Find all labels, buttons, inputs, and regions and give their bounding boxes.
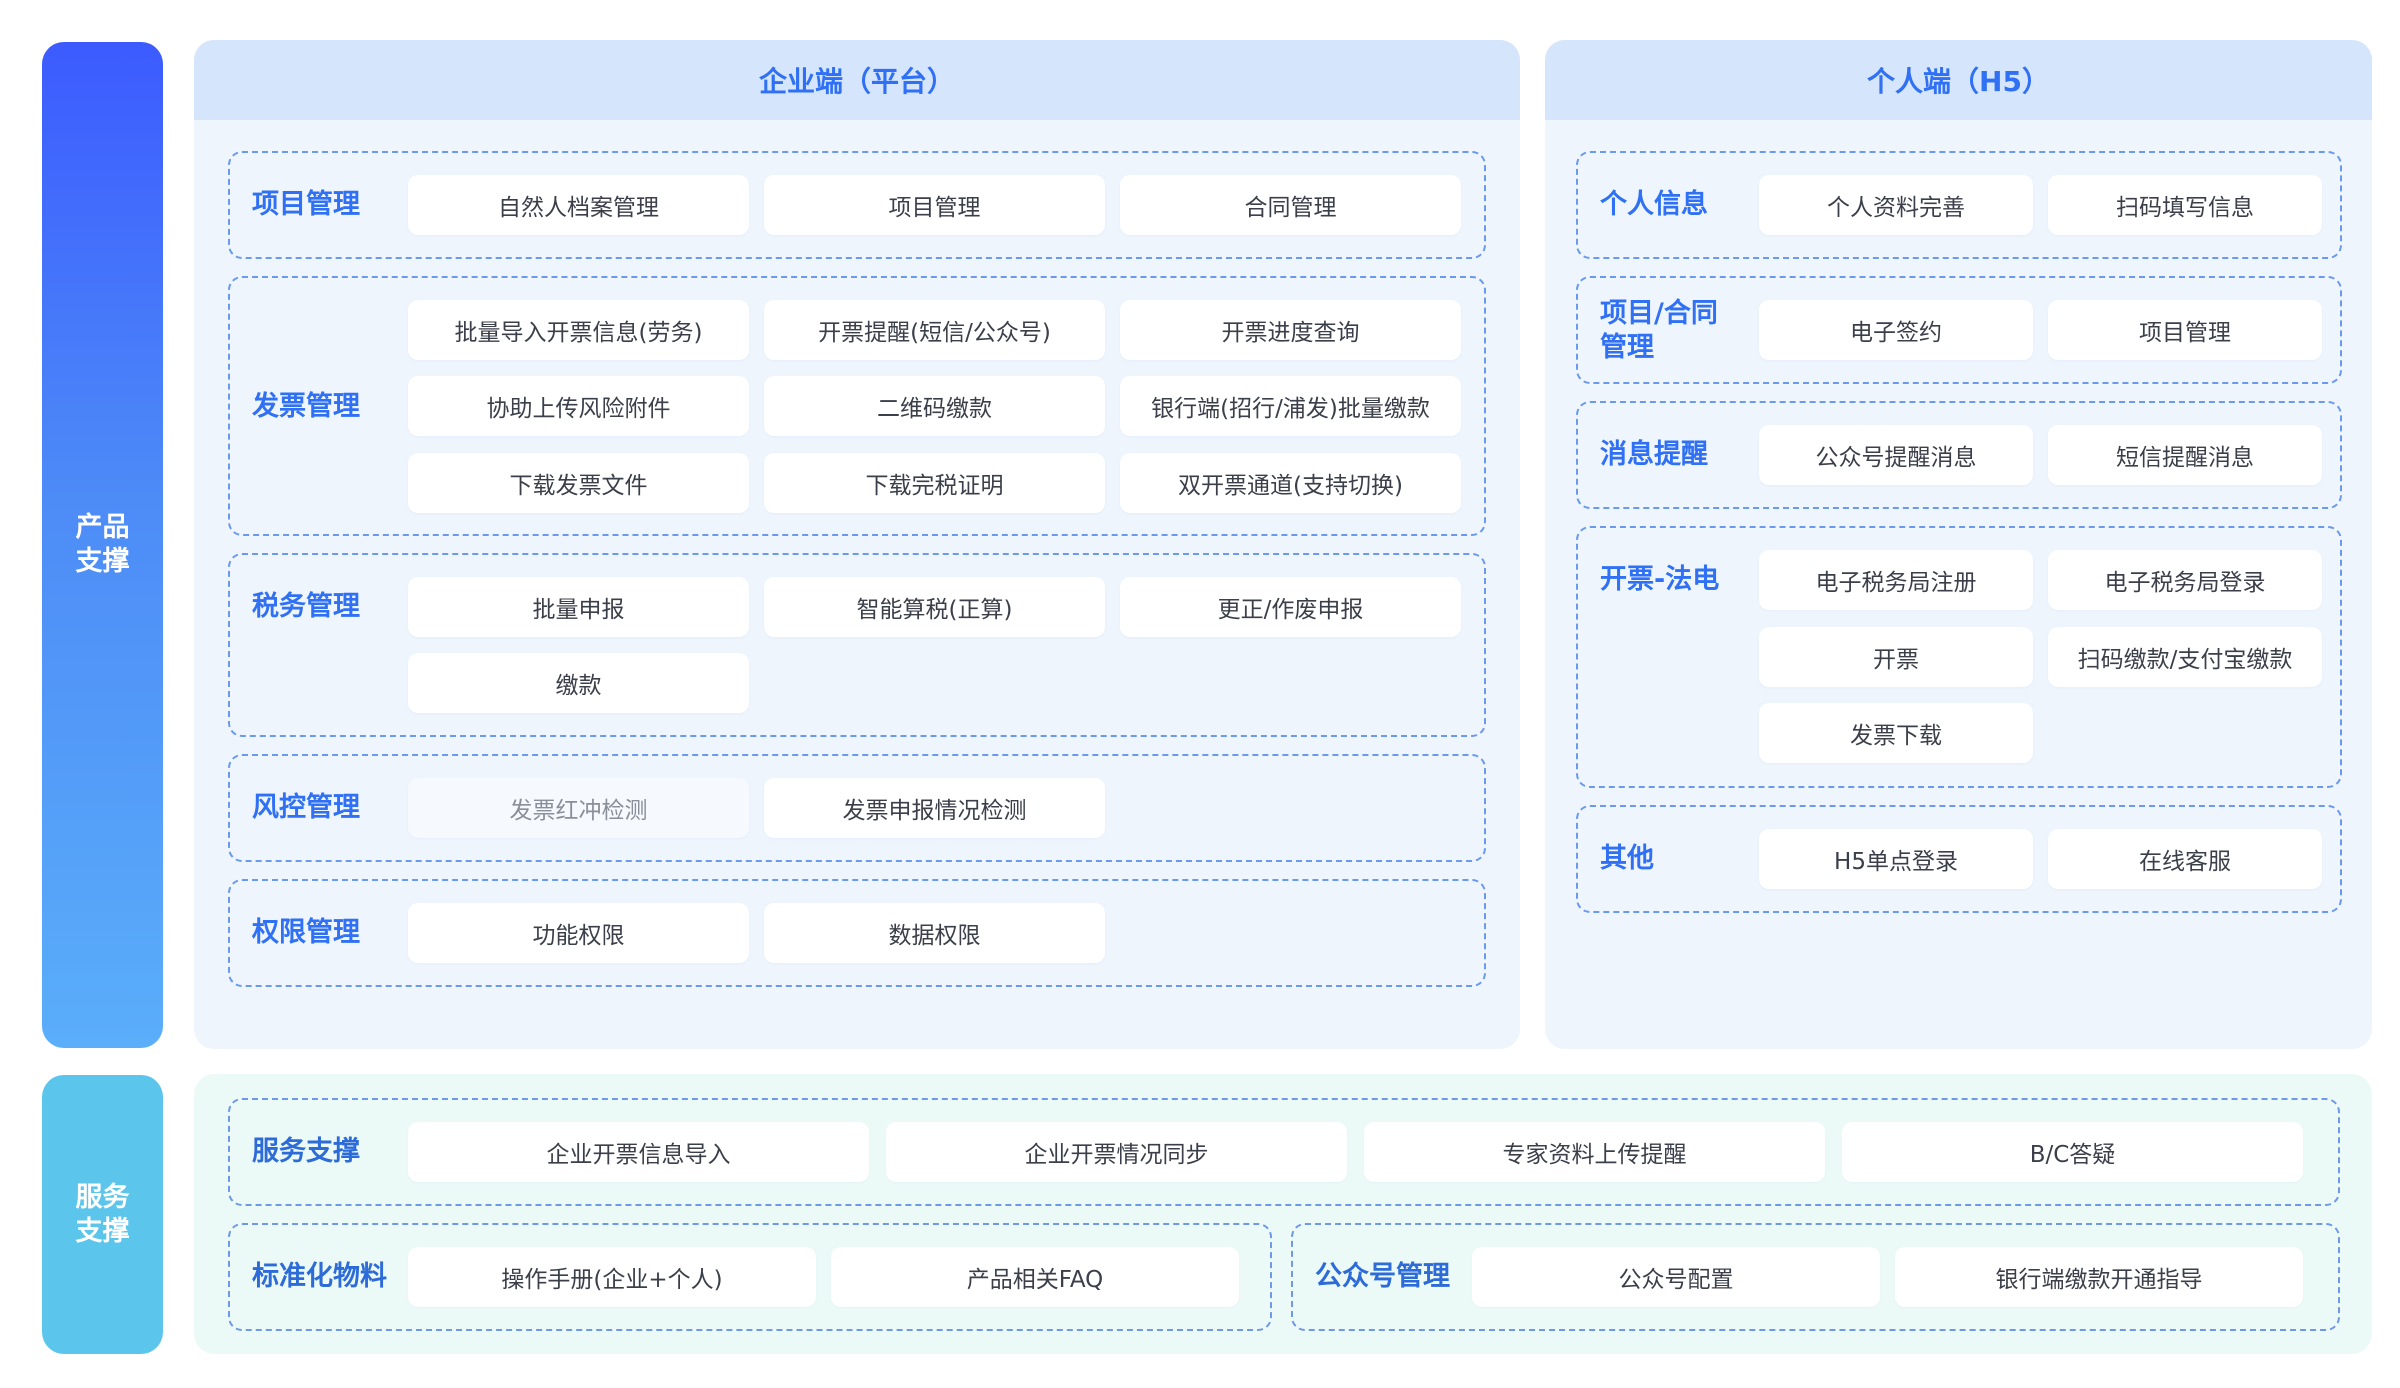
group-project-management: 项目管理 自然人档案管理 项目管理 合同管理 (228, 151, 1486, 259)
feature-chip[interactable]: 银行端(招行/浦发)批量缴款 (1120, 376, 1461, 436)
feature-chip[interactable]: 银行端缴款开通指导 (1895, 1247, 2303, 1307)
feature-chip-disabled[interactable]: 发票红冲检测 (408, 778, 749, 838)
feature-chip[interactable]: 发票申报情况检测 (764, 778, 1105, 838)
feature-chip[interactable]: 公众号配置 (1472, 1247, 1880, 1307)
feature-chip[interactable]: 电子税务局登录 (2048, 550, 2322, 610)
group-permission-management: 权限管理 功能权限 数据权限 (228, 879, 1486, 987)
feature-chip[interactable]: 协助上传风险附件 (408, 376, 749, 436)
group-risk-management: 风控管理 发票红冲检测 发票申报情况检测 (228, 754, 1486, 862)
feature-chip[interactable]: 开票 (1759, 627, 2033, 687)
service-support-label: 服务 支撑 (42, 1075, 163, 1354)
group-project-contract: 项目/合同 管理 电子签约 项目管理 (1576, 276, 2342, 384)
feature-chip[interactable]: 下载完税证明 (764, 453, 1105, 513)
feature-chip[interactable]: 项目管理 (764, 175, 1105, 235)
feature-chip[interactable]: 下载发票文件 (408, 453, 749, 513)
feature-chip[interactable]: 批量申报 (408, 577, 749, 637)
group-title: 税务管理 (252, 591, 360, 622)
service-panel: 服务支撑 企业开票信息导入 企业开票情况同步 专家资料上传提醒 B/C答疑 标准… (194, 1074, 2372, 1354)
group-tax-management: 税务管理 批量申报 智能算税(正算) 更正/作废申报 缴款 (228, 553, 1486, 737)
feature-chip[interactable]: 项目管理 (2048, 300, 2322, 360)
group-title: 服务支撑 (252, 1136, 360, 1167)
group-title: 开票-法电 (1600, 564, 1720, 595)
feature-chip[interactable]: 缴款 (408, 653, 749, 713)
feature-chip[interactable]: 公众号提醒消息 (1759, 425, 2033, 485)
feature-chip[interactable]: 自然人档案管理 (408, 175, 749, 235)
group-other: 其他 H5单点登录 在线客服 (1576, 805, 2342, 913)
feature-chip[interactable]: 功能权限 (408, 903, 749, 963)
feature-chip[interactable]: 更正/作废申报 (1120, 577, 1461, 637)
group-standard-materials: 标准化物料 操作手册(企业+个人) 产品相关FAQ (228, 1223, 1272, 1331)
feature-chip[interactable]: 企业开票信息导入 (408, 1122, 869, 1182)
group-title: 其他 (1600, 843, 1654, 874)
service-support-text: 服务 支撑 (75, 1181, 130, 1247)
group-official-account: 公众号管理 公众号配置 银行端缴款开通指导 (1291, 1223, 2340, 1331)
product-support-text: 产品 支撑 (75, 512, 130, 577)
group-title: 公众号管理 (1315, 1261, 1450, 1292)
feature-chip[interactable]: 操作手册(企业+个人) (408, 1247, 816, 1307)
feature-chip[interactable]: 合同管理 (1120, 175, 1461, 235)
feature-chip[interactable]: 发票下载 (1759, 703, 2033, 763)
feature-chip[interactable]: H5单点登录 (1759, 829, 2033, 889)
feature-chip[interactable]: 智能算税(正算) (764, 577, 1105, 637)
group-title: 风控管理 (252, 792, 360, 823)
group-title: 个人信息 (1600, 189, 1708, 220)
enterprise-panel: 企业端（平台） 项目管理 自然人档案管理 项目管理 合同管理 发票管理 批量导入… (194, 40, 1520, 1049)
feature-chip[interactable]: 开票提醒(短信/公众号) (764, 300, 1105, 360)
group-personal-info: 个人信息 个人资料完善 扫码填写信息 (1576, 151, 2342, 259)
personal-panel: 个人端（H5） 个人信息 个人资料完善 扫码填写信息 项目/合同 管理 电子签约… (1545, 40, 2372, 1049)
feature-chip[interactable]: 短信提醒消息 (2048, 425, 2322, 485)
group-title: 权限管理 (252, 917, 360, 948)
feature-chip[interactable]: 二维码缴款 (764, 376, 1105, 436)
enterprise-panel-title: 企业端（平台） (194, 40, 1520, 120)
feature-chip[interactable]: 数据权限 (764, 903, 1105, 963)
feature-chip[interactable]: B/C答疑 (1842, 1122, 2303, 1182)
group-invoice-management: 发票管理 批量导入开票信息(劳务) 开票提醒(短信/公众号) 开票进度查询 协助… (228, 276, 1486, 536)
group-title: 项目管理 (252, 189, 360, 220)
feature-chip[interactable]: 扫码填写信息 (2048, 175, 2322, 235)
feature-chip[interactable]: 扫码缴款/支付宝缴款 (2048, 627, 2322, 687)
group-title: 消息提醒 (1600, 439, 1708, 470)
feature-chip[interactable]: 企业开票情况同步 (886, 1122, 1347, 1182)
group-title: 项目/合同 管理 (1600, 298, 1718, 363)
personal-panel-title: 个人端（H5） (1545, 40, 2372, 120)
group-title: 发票管理 (252, 391, 360, 422)
feature-chip[interactable]: 专家资料上传提醒 (1364, 1122, 1825, 1182)
feature-chip[interactable]: 个人资料完善 (1759, 175, 2033, 235)
feature-chip[interactable]: 双开票通道(支持切换) (1120, 453, 1461, 513)
feature-chip[interactable]: 电子签约 (1759, 300, 2033, 360)
feature-chip[interactable]: 批量导入开票信息(劳务) (408, 300, 749, 360)
group-title: 标准化物料 (252, 1261, 387, 1292)
group-invoice-efile: 开票-法电 电子税务局注册 电子税务局登录 开票 扫码缴款/支付宝缴款 发票下载 (1576, 526, 2342, 788)
group-message-reminder: 消息提醒 公众号提醒消息 短信提醒消息 (1576, 401, 2342, 509)
feature-chip[interactable]: 开票进度查询 (1120, 300, 1461, 360)
group-service-support: 服务支撑 企业开票信息导入 企业开票情况同步 专家资料上传提醒 B/C答疑 (228, 1098, 2340, 1206)
feature-chip[interactable]: 电子税务局注册 (1759, 550, 2033, 610)
product-support-label: 产品 支撑 (42, 42, 163, 1048)
feature-chip[interactable]: 在线客服 (2048, 829, 2322, 889)
feature-chip[interactable]: 产品相关FAQ (831, 1247, 1239, 1307)
